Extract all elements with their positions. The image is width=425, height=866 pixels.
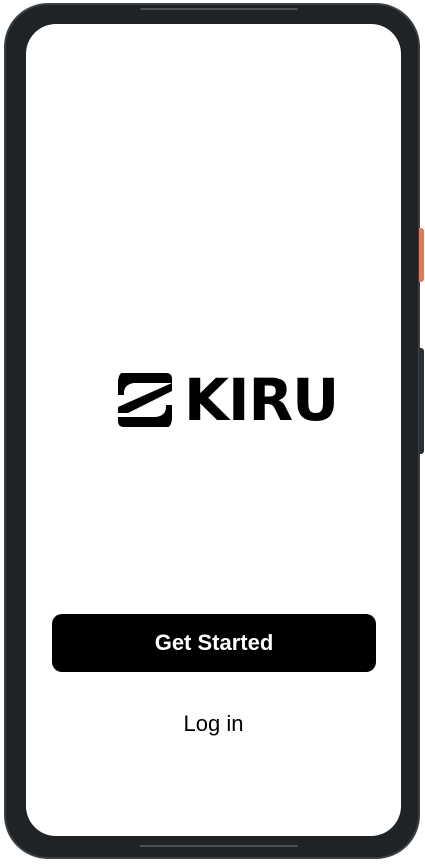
power-button (419, 228, 424, 282)
app-screen: KIRU Get Started Log in (26, 24, 401, 836)
kiru-logo-icon (118, 373, 172, 427)
get-started-button[interactable]: Get Started (52, 614, 376, 672)
login-button[interactable]: Log in (136, 704, 291, 744)
brand-logo: KIRU (114, 366, 339, 434)
bottom-edge-line (140, 845, 298, 847)
volume-button (419, 348, 424, 454)
brand-name: KIRU (184, 366, 339, 434)
